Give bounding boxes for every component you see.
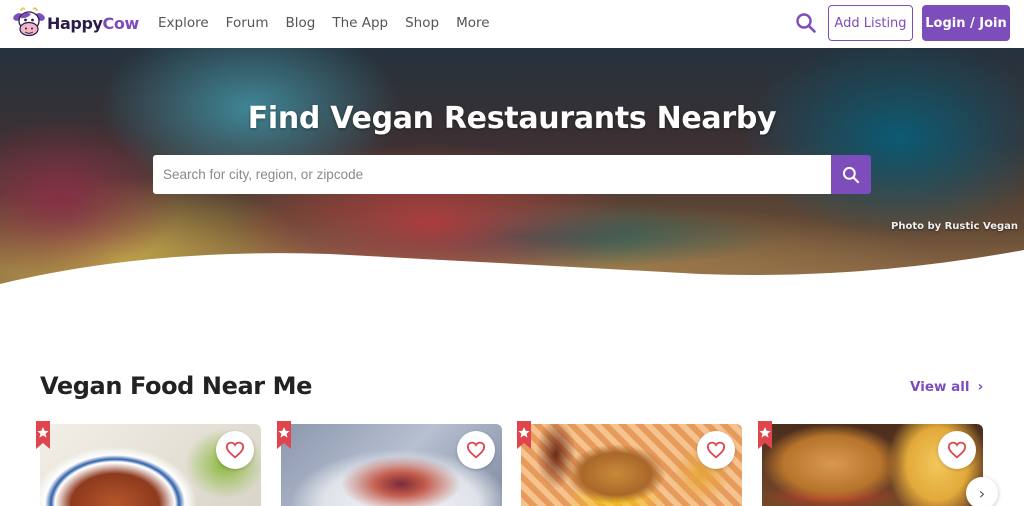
ribbon-star-icon xyxy=(274,421,294,449)
ribbon-star-icon xyxy=(514,421,534,449)
heart-icon xyxy=(947,441,967,459)
ribbon-star-icon xyxy=(755,421,775,449)
heart-icon xyxy=(706,441,726,459)
cow-logo-icon xyxy=(12,7,46,39)
nav-shop[interactable]: Shop xyxy=(405,15,439,31)
search-icon xyxy=(842,166,860,183)
brand-wordmark: HappyCow xyxy=(47,14,139,33)
chevron-right-icon: › xyxy=(978,483,986,503)
top-navbar: HappyCow Explore Forum Blog The App Shop… xyxy=(0,0,1024,48)
favorite-button[interactable] xyxy=(457,431,495,469)
search-icon[interactable] xyxy=(794,11,818,35)
main-menu: Explore Forum Blog The App Shop More xyxy=(158,0,507,46)
ribbon-star-icon xyxy=(33,421,53,449)
favorite-button[interactable] xyxy=(697,431,735,469)
brand-part1: Happy xyxy=(47,13,103,33)
view-all-link[interactable]: View all › xyxy=(910,379,983,395)
brand-part2: Cow xyxy=(102,13,140,33)
nav-explore[interactable]: Explore xyxy=(158,15,209,31)
hero-title: Find Vegan Restaurants Nearby xyxy=(247,101,777,136)
nav-more[interactable]: More xyxy=(456,15,489,31)
add-listing-button[interactable]: Add Listing xyxy=(828,5,913,41)
search-submit-button[interactable] xyxy=(831,155,871,194)
nav-forum[interactable]: Forum xyxy=(226,15,269,31)
nav-blog[interactable]: Blog xyxy=(285,15,315,31)
section-title: Vegan Food Near Me xyxy=(40,372,312,400)
location-search-field[interactable] xyxy=(153,155,832,194)
hero-banner: Find Vegan Restaurants Nearby Photo by R… xyxy=(0,48,1024,288)
chevron-right-icon: › xyxy=(977,379,984,395)
favorite-button[interactable] xyxy=(216,431,254,469)
heart-icon xyxy=(466,441,486,459)
nav-the-app[interactable]: The App xyxy=(332,15,388,31)
view-all-label: View all xyxy=(910,379,970,395)
location-search-input[interactable] xyxy=(163,167,832,182)
photo-credit: Photo by Rustic Vegan xyxy=(891,221,1018,232)
favorite-button[interactable] xyxy=(938,431,976,469)
heart-icon xyxy=(225,441,245,459)
happycow-logo[interactable]: HappyCow xyxy=(12,6,148,40)
login-join-button[interactable]: Login / Join xyxy=(922,5,1010,41)
hero-wave-divider xyxy=(0,250,1024,288)
carousel-next-button[interactable]: › xyxy=(966,477,998,506)
